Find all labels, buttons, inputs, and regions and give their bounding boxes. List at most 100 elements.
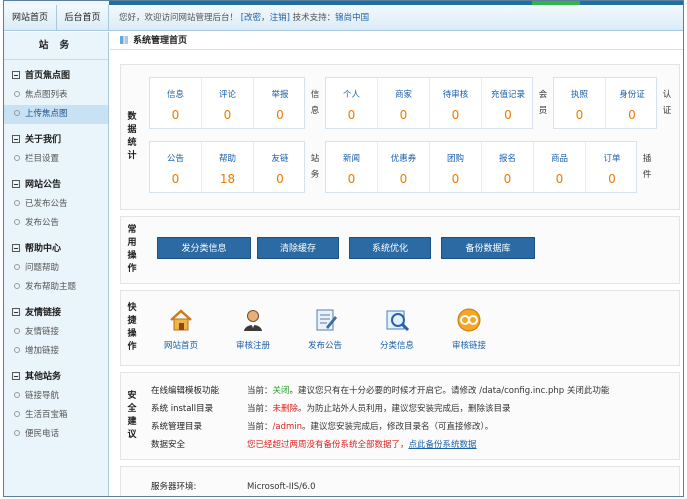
stat-info[interactable]: 信息 0: [150, 78, 202, 128]
stat-pending[interactable]: 待审核 0: [430, 78, 482, 128]
sidebar-group-title[interactable]: 其他站务: [4, 368, 108, 387]
sidebar-item[interactable]: 焦点图列表: [4, 86, 108, 105]
sidebar-item[interactable]: 已发布公告: [4, 195, 108, 214]
quick-post-announcement[interactable]: 发布公告: [297, 307, 353, 351]
greeting-sep: ，: [261, 13, 270, 23]
stat-group-member: 个人 0 商家 0 待审核 0 充值记录 0: [325, 77, 533, 129]
security-row: 系统管理目录 当前：/admin。建议您安装完成后，修改目录名（可直接修改）。: [151, 422, 494, 432]
bullet-icon: [14, 91, 20, 97]
tab-admin-home[interactable]: 后台首页: [57, 5, 109, 31]
collapse-icon: [12, 180, 20, 188]
stat-recharge[interactable]: 充值记录 0: [482, 78, 534, 128]
sidebar-group-title[interactable]: 首页焦点图: [4, 67, 108, 86]
top-bar: 网站首页 后台首页 您好，欢迎访问网站管理后台！ [改密，注销] 技术支持：锦尚…: [4, 5, 683, 31]
stat-comment[interactable]: 评论 0: [202, 78, 254, 128]
sidebar-group: 首页焦点图 焦点图列表 上传焦点图: [4, 67, 108, 124]
stat-orders[interactable]: 订单 0: [586, 142, 638, 192]
stat-signup[interactable]: 报名 0: [482, 142, 534, 192]
admin-window: 网站首页 后台首页 您好，欢迎访问网站管理后台！ [改密，注销] 技术支持：锦尚…: [3, 0, 684, 497]
collapse-icon: [12, 308, 20, 316]
quick-review-links[interactable]: 审核链接: [441, 307, 497, 351]
user-icon: [244, 310, 262, 331]
home-icon: [170, 309, 192, 331]
ops-section: 常用操作 发分类信息 清除缓存 系统优化 备份数据库: [120, 216, 680, 284]
sidebar-item[interactable]: 问题帮助: [4, 259, 108, 278]
stat-goods[interactable]: 商品 0: [534, 142, 586, 192]
stat-report[interactable]: 举报 0: [254, 78, 306, 128]
status-warn: 未删除: [272, 404, 299, 414]
sidebar-group: 友情链接 友情链接 增加链接: [4, 304, 108, 361]
stat-groupbuy[interactable]: 团购 0: [430, 142, 482, 192]
stat-personal[interactable]: 个人 0: [326, 78, 378, 128]
sidebar-item[interactable]: 友情链接: [4, 323, 108, 342]
ops-buttons: 发分类信息 清除缓存 系统优化 备份数据库: [157, 237, 657, 259]
sidebar-item[interactable]: 发布公告: [4, 214, 108, 233]
post-classified-button[interactable]: 发分类信息: [157, 237, 251, 259]
bullet-icon: [14, 110, 20, 116]
sidebar-item[interactable]: 栏目设置: [4, 150, 108, 169]
sidebar-item[interactable]: 发布帮助主题: [4, 278, 108, 297]
quick-review-register[interactable]: 审核注册: [225, 307, 281, 351]
backup-db-button[interactable]: 备份数据库: [441, 237, 535, 259]
support-link[interactable]: 锦尚中国: [335, 13, 369, 23]
sidebar-group-title[interactable]: 关于我们: [4, 131, 108, 150]
quick-site-home[interactable]: 网站首页: [153, 307, 209, 351]
server-row: 服务器环境: Microsoft-IIS/6.0: [151, 482, 316, 492]
bullet-icon: [14, 283, 20, 289]
stat-coupon[interactable]: 优惠券 0: [378, 142, 430, 192]
row-label-info: 信息: [310, 90, 320, 116]
server-section: 服务器环境: Microsoft-IIS/6.0: [120, 466, 680, 496]
status-warn: /admin: [272, 422, 303, 432]
quick-section: 快捷操作 网站首页 审核注册 发布公告 分类信息 审核链接: [120, 290, 680, 366]
tab-site-home[interactable]: 网站首页: [4, 5, 57, 31]
stat-idcard[interactable]: 身份证 0: [606, 78, 658, 128]
row-label-site: 站务: [310, 154, 320, 180]
ops-label: 常用操作: [127, 225, 137, 274]
change-password-link[interactable]: [改密: [241, 13, 261, 23]
clear-cache-button[interactable]: 清除缓存: [257, 237, 339, 259]
sidebar-group-title[interactable]: 友情链接: [4, 304, 108, 323]
system-optimize-button[interactable]: 系统优化: [349, 237, 431, 259]
backup-now-link[interactable]: 点此备份系统数据: [409, 440, 477, 450]
security-label: 安全建议: [127, 391, 137, 440]
collapse-icon: [12, 244, 20, 252]
sidebar-item[interactable]: 链接导航: [4, 387, 108, 406]
stat-news[interactable]: 新闻 0: [326, 142, 378, 192]
collapse-icon: [12, 71, 20, 79]
quick-category-info[interactable]: 分类信息: [369, 307, 425, 351]
status-ok: 关闭: [272, 386, 290, 396]
sidebar: 站 务 首页焦点图 焦点图列表 上传焦点图 关于我们 栏目设置 网站公告 已发布…: [4, 32, 109, 496]
stat-friendlink[interactable]: 友链 0: [254, 142, 306, 192]
sidebar-item[interactable]: 增加链接: [4, 342, 108, 361]
row-label-plugin: 插件: [642, 154, 652, 180]
main-panel: 系统管理首页 数据统计 信息 0 评论 0 举报 0 信息 个人 0 商家 0 待审核 0 …: [110, 32, 683, 496]
grid-icon: [120, 36, 128, 44]
sidebar-group: 关于我们 栏目设置: [4, 131, 108, 169]
stats-section: 数据统计 信息 0 评论 0 举报 0 信息 个人 0 商家 0 待审核 0 充值记录 0 会…: [120, 64, 680, 210]
stat-notice[interactable]: 公告 0: [150, 142, 202, 192]
stat-license[interactable]: 执照 0: [554, 78, 606, 128]
sidebar-group-title[interactable]: 帮助中心: [4, 240, 108, 259]
sidebar-group: 帮助中心 问题帮助 发布帮助主题: [4, 240, 108, 297]
collapse-icon: [12, 372, 20, 380]
stats-label: 数据统计: [127, 112, 137, 161]
page-title: 系统管理首页: [110, 32, 683, 50]
sidebar-item[interactable]: 生活百宝箱: [4, 406, 108, 425]
sidebar-group: 网站公告 已发布公告 发布公告: [4, 176, 108, 233]
sidebar-group: 其他站务 链接导航 生活百宝箱 便民电话: [4, 368, 108, 444]
sidebar-item[interactable]: 便民电话: [4, 425, 108, 444]
stat-help[interactable]: 帮助 18: [202, 142, 254, 192]
announce-icon: [316, 309, 337, 331]
row-label-verify: 认证: [662, 90, 672, 116]
greeting: 您好，欢迎访问网站管理后台！ [改密，注销] 技术支持：锦尚中国: [119, 5, 369, 31]
bullet-icon: [14, 392, 20, 398]
sidebar-group-title[interactable]: 网站公告: [4, 176, 108, 195]
stat-merchant[interactable]: 商家 0: [378, 78, 430, 128]
logout-link[interactable]: 注销]: [270, 13, 290, 23]
stat-group-plugin: 新闻 0 优惠券 0 团购 0 报名 0 商品 0 订单 0: [325, 141, 637, 193]
stat-group-verify: 执照 0 身份证 0: [553, 77, 657, 129]
bullet-icon: [14, 200, 20, 206]
sidebar-item-active[interactable]: 上传焦点图: [4, 105, 108, 124]
sidebar-title: 站 务: [4, 32, 108, 60]
bullet-icon: [14, 219, 20, 225]
